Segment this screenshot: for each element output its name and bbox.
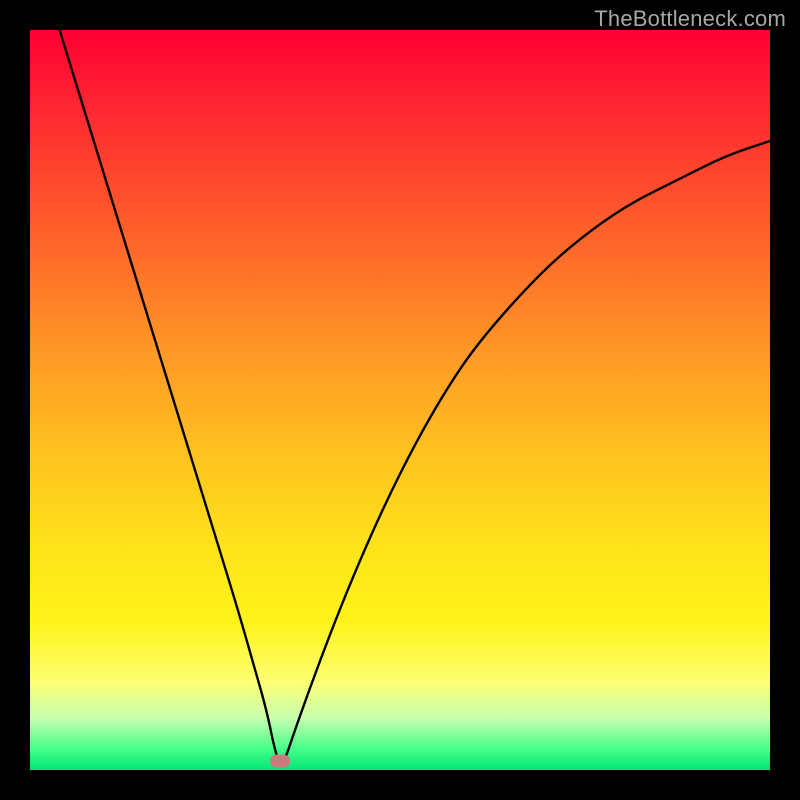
plot-area	[30, 30, 770, 770]
chart-frame: TheBottleneck.com	[0, 0, 800, 800]
bottleneck-curve	[30, 30, 770, 770]
sweet-spot-marker	[270, 755, 290, 768]
watermark-text: TheBottleneck.com	[594, 6, 786, 32]
